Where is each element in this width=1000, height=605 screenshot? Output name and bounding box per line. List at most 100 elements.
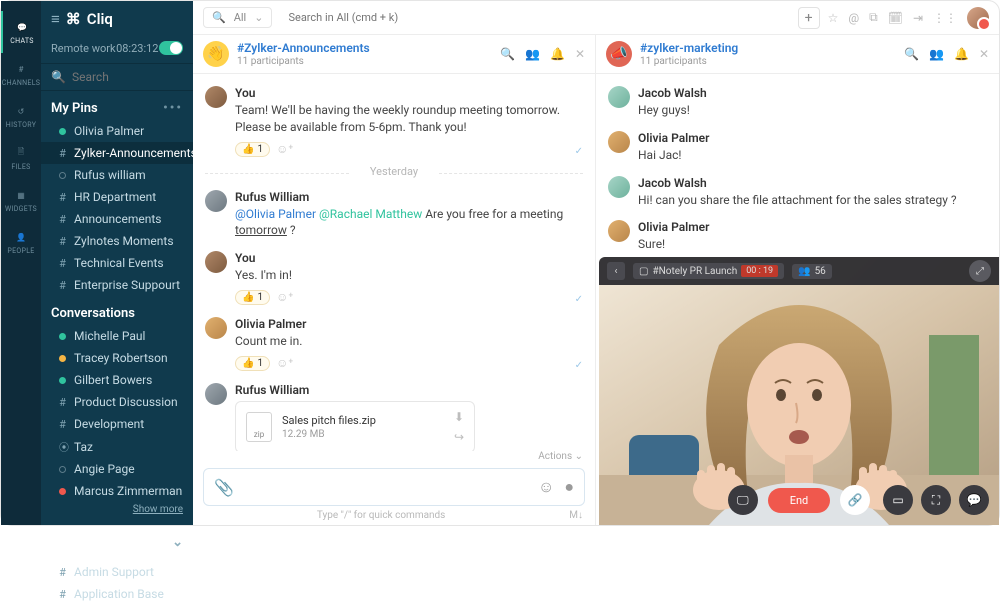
avatar[interactable] <box>608 86 630 108</box>
forward-icon[interactable]: ↪ <box>454 430 464 444</box>
menu-icon[interactable]: ≡ <box>51 10 60 28</box>
presence-dot <box>59 466 66 473</box>
avatar[interactable] <box>608 176 630 198</box>
sidebar-item[interactable]: Michelle Paul <box>41 325 193 347</box>
download-icon[interactable]: ⬇ <box>454 410 464 424</box>
message-author[interactable]: Olivia Palmer <box>638 131 987 145</box>
avatar[interactable] <box>205 86 227 108</box>
message-author[interactable]: Jacob Walsh <box>638 86 987 100</box>
end-call-button[interactable]: End <box>768 488 831 513</box>
reaction-pill[interactable]: 👍 1 <box>235 356 270 371</box>
message-feed[interactable]: YouTeam! We'll be having the weekly roun… <box>193 74 595 451</box>
record-icon[interactable]: ● <box>564 477 574 497</box>
sidebar-item[interactable]: Gilbert Bowers <box>41 369 193 391</box>
message-author[interactable]: You <box>235 251 567 265</box>
message-author[interactable]: Olivia Palmer <box>235 317 567 331</box>
sidebar-item[interactable]: Olivia Palmer <box>41 120 193 142</box>
show-more-link[interactable]: Show more <box>41 502 193 521</box>
avatar[interactable] <box>205 251 227 273</box>
status-toggle[interactable] <box>159 41 183 55</box>
bell-icon[interactable]: 🔔 <box>550 47 565 61</box>
pins-more-icon[interactable]: ••• <box>163 101 183 116</box>
message-author[interactable]: Jacob Walsh <box>638 176 987 190</box>
video-back-button[interactable]: ‹ <box>607 262 625 280</box>
mention[interactable]: @Olivia Palmer <box>235 207 316 221</box>
sidebar-item[interactable]: #Technical Events <box>41 252 193 274</box>
sidebar-search-input[interactable] <box>72 70 183 84</box>
avatar[interactable] <box>608 220 630 242</box>
sidebar-search[interactable]: 🔍 <box>41 63 193 91</box>
channel-subtitle: 11 participants <box>237 56 370 67</box>
sidebar-item[interactable]: Rufus william <box>41 164 193 186</box>
participants-icon[interactable]: 👥 <box>929 47 944 61</box>
global-search-input[interactable] <box>280 7 789 28</box>
video-title-chip[interactable]: ▢ #Notely PR Launch 00 : 19 <box>633 263 784 279</box>
sidebar-item[interactable]: #Product Discussion <box>41 391 193 413</box>
fullscreen-button[interactable]: ⛶ <box>921 485 951 515</box>
sidebar-item[interactable]: Marcus Zimmerman <box>41 480 193 502</box>
sidebar-item[interactable]: Tracey Robertson <box>41 347 193 369</box>
sidebar-item[interactable]: #Admin Support <box>41 561 193 583</box>
collapse-all-icon[interactable]: ⌄ <box>172 535 183 550</box>
pip-button[interactable]: ▭ <box>883 485 913 515</box>
video-chat-button[interactable]: 💬 <box>959 485 989 515</box>
message-author[interactable]: Rufus William <box>235 190 583 204</box>
composer-input[interactable] <box>244 480 528 494</box>
screenshare-button[interactable]: 🖵 <box>728 485 758 515</box>
rail-widgets[interactable]: ▦ WIDGETS <box>1 179 41 221</box>
reaction-pill[interactable]: 👍 1 <box>235 290 270 305</box>
close-icon[interactable]: ✕ <box>575 47 585 61</box>
attach-icon[interactable]: 📎 <box>214 478 234 497</box>
channel-title[interactable]: #zylker-marketing <box>640 41 738 55</box>
participants-icon[interactable]: 👥 <box>525 47 540 61</box>
channel-title[interactable]: #Zylker-Announcements <box>237 41 370 55</box>
link-button[interactable]: 🔗 <box>840 485 870 515</box>
user-avatar[interactable] <box>967 7 989 29</box>
sidebar-item[interactable]: Angie Page <box>41 458 193 480</box>
sidebar-item[interactable]: ⦿Taz <box>41 435 193 458</box>
star-icon[interactable]: ☆ <box>828 11 839 25</box>
bell-icon[interactable]: 🔔 <box>954 47 969 61</box>
close-icon[interactable]: ✕ <box>979 47 989 61</box>
apps-icon[interactable]: ⋮⋮ <box>933 11 957 25</box>
message-author[interactable]: Rufus William <box>235 383 583 397</box>
sidebar-item[interactable]: #Development <box>41 413 193 435</box>
reaction-pill[interactable]: 👍 1 <box>235 142 270 157</box>
rail-people[interactable]: 👤 PEOPLE <box>1 221 41 263</box>
rail-history[interactable]: ↺ HISTORY <box>1 95 41 137</box>
markdown-indicator[interactable]: M↓ <box>569 510 595 521</box>
add-reaction-icon[interactable]: ☺⁺ <box>276 142 293 156</box>
mention[interactable]: @Rachael Matthew <box>316 207 422 221</box>
new-chat-button[interactable]: + <box>798 7 820 29</box>
avatar[interactable] <box>205 190 227 212</box>
copy-icon[interactable]: ⧉ <box>869 10 878 25</box>
search-icon[interactable]: 🔍 <box>500 47 515 61</box>
sidebar-item[interactable]: #Application Base <box>41 583 193 605</box>
sidebar-item[interactable]: #Announcements <box>41 208 193 230</box>
sidebar-item[interactable]: #Zylnotes Moments <box>41 230 193 252</box>
sidebar-item[interactable]: #HR Department <box>41 186 193 208</box>
emoji-icon[interactable]: ☺ <box>538 477 554 497</box>
avatar[interactable] <box>205 383 227 405</box>
add-reaction-icon[interactable]: ☺⁺ <box>276 356 293 370</box>
feed-actions[interactable]: Actions ⌄ <box>193 451 595 464</box>
sidebar-item[interactable]: #Enterprise Suppourt <box>41 274 193 296</box>
search-icon[interactable]: 🔍 <box>904 47 919 61</box>
rail-files[interactable]: 🗎 FILES <box>1 137 41 179</box>
add-reaction-icon[interactable]: ☺⁺ <box>276 290 293 304</box>
video-expand-button[interactable]: ⤢ <box>969 260 991 282</box>
rail-chats[interactable]: 💬 CHATS <box>1 11 41 53</box>
calendar-icon[interactable]: 🗓 <box>888 11 903 25</box>
search-scope[interactable]: 🔍 All ⌄ <box>203 7 272 28</box>
message-author[interactable]: You <box>235 86 567 100</box>
video-participants-chip[interactable]: 👥 56 <box>792 264 832 279</box>
message-composer[interactable]: 📎 ☺ ● <box>203 468 585 506</box>
rail-channels[interactable]: # CHANNELS <box>1 53 41 95</box>
avatar[interactable] <box>205 317 227 339</box>
sidebar-item[interactable]: #Zylker-Announcements <box>41 142 193 164</box>
file-attachment[interactable]: zipSales pitch files.zip12.29 MB⬇↪ <box>235 401 475 451</box>
avatar[interactable] <box>608 131 630 153</box>
message-author[interactable]: Olivia Palmer <box>638 220 987 234</box>
at-icon[interactable]: @ <box>848 11 859 25</box>
logout-icon[interactable]: ⇥ <box>913 11 923 25</box>
